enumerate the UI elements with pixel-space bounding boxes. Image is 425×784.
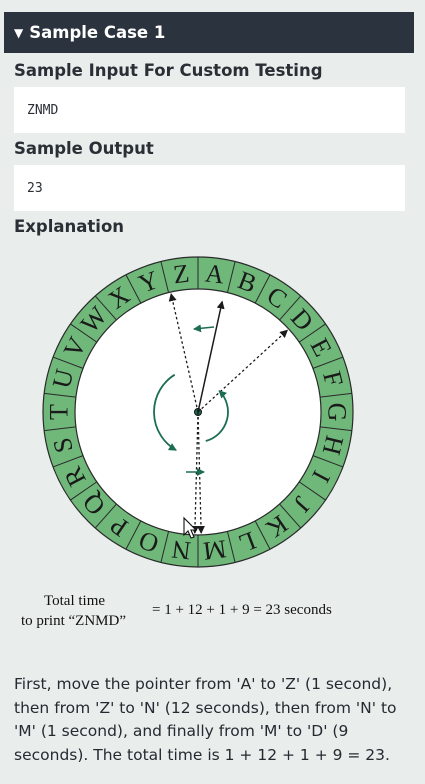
wheel-letter-m: M bbox=[202, 534, 228, 566]
caption-line-2: to print “ZNMD” bbox=[21, 613, 126, 629]
wheel-letter-t: T bbox=[45, 404, 74, 420]
sample-input-label: Sample Input For Custom Testing bbox=[14, 61, 323, 80]
sample-output-value: 23 bbox=[27, 180, 43, 196]
triangle-down-icon: ▼ bbox=[14, 25, 24, 40]
sample-case-header[interactable]: ▼ Sample Case 1 bbox=[4, 12, 414, 53]
sample-case-title: Sample Case 1 bbox=[29, 23, 166, 42]
explanation-figure: ABCDEFGHIJKLMNOPQRSTUVWXYZ Total time to… bbox=[0, 245, 425, 645]
explanation-label: Explanation bbox=[14, 217, 125, 236]
sample-input-box: ZNMD bbox=[14, 87, 405, 133]
explanation-text: First, move the pointer from 'A' to 'Z' … bbox=[14, 675, 397, 764]
sample-output-box: 23 bbox=[14, 165, 405, 211]
alphabet-wheel-diagram: A B CDEFGHIJKLMNOPQRSTUVWX Y Z bbox=[42, 256, 354, 568]
caption-line-1: Total time bbox=[44, 593, 106, 609]
wheel-letter-a: A bbox=[204, 258, 226, 289]
wheel-letter-g: G bbox=[323, 403, 352, 422]
sample-input-value: ZNMD bbox=[27, 102, 59, 118]
wheel-letter-n: N bbox=[170, 534, 192, 565]
sample-output-label: Sample Output bbox=[14, 139, 154, 158]
caption-equation: = 1 + 12 + 1 + 9 = 23 seconds bbox=[152, 602, 332, 618]
